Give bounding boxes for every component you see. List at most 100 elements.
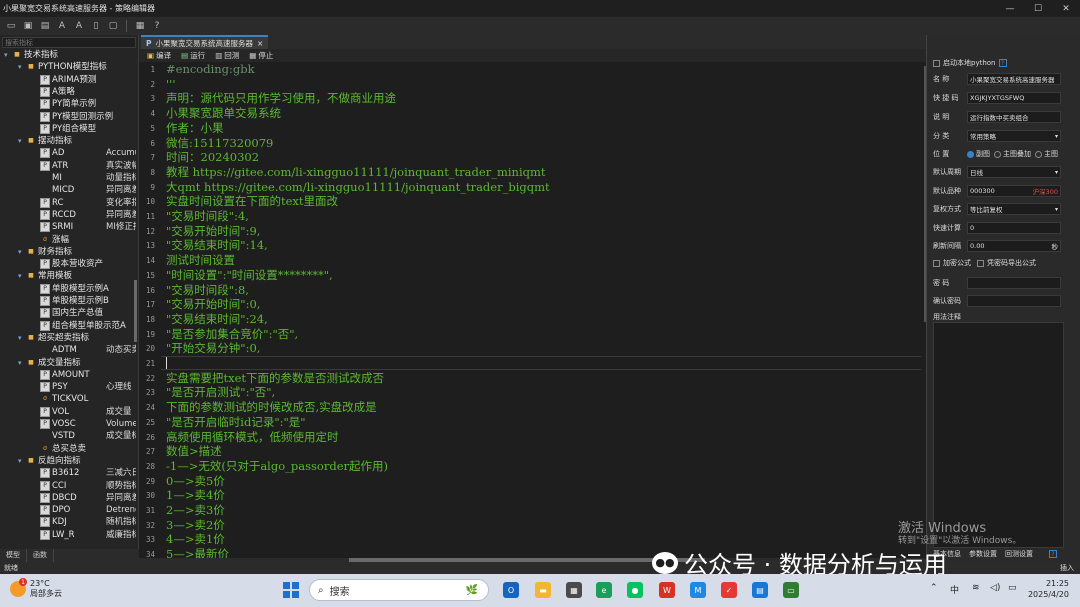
tree-folder[interactable]: ▾ ■ 财务指标 (18, 246, 86, 258)
new-file-icon[interactable]: ▭ (4, 19, 18, 33)
name-field[interactable]: 小果聚宽交易系统高速服务器 (967, 73, 1061, 85)
wps-icon[interactable]: W (659, 582, 675, 598)
expand-toggle-icon[interactable]: ▾ (18, 332, 26, 344)
tree-item[interactable]: P VOSC Volume (32, 418, 136, 430)
tree-folder[interactable]: ▾ ■ 常用模板 (18, 270, 86, 282)
shortcut-field[interactable]: XGJKJYXTGSFWQ (967, 92, 1061, 104)
tree-item[interactable]: P PY简单示例 (32, 98, 100, 110)
tree-item[interactable]: P 股本营收资产 (32, 258, 103, 270)
file-explorer-icon[interactable]: ▬ (535, 582, 551, 598)
tree-item[interactable]: PSRMI MI修正指 (32, 221, 136, 233)
tree-folder[interactable]: ▾ ■ 超买超卖指标 (18, 332, 89, 344)
close-button[interactable]: ✕ (1052, 4, 1080, 14)
period-select[interactable]: 日线 (967, 166, 1061, 178)
comment-icon[interactable]: ▢ (106, 19, 120, 33)
tool-icon[interactable]: ✓ (721, 582, 737, 598)
tree-item[interactable]: P PY模型回测示例 (32, 111, 113, 123)
volume-icon[interactable]: ◁) (990, 583, 1000, 593)
tree-item[interactable]: P B3612 三减六日 (32, 467, 136, 479)
close-tab-icon[interactable]: × (257, 39, 263, 48)
position-radio-sub[interactable] (967, 150, 974, 158)
weather-widget[interactable]: 1 23°C 局部多云 (10, 578, 62, 599)
battery-icon[interactable]: ▭ (1008, 583, 1017, 593)
terminal-icon[interactable]: ▭ (783, 582, 799, 598)
tree-folder[interactable]: ▾ ■ 成交量指标 (18, 357, 86, 369)
position-radio-main[interactable] (1035, 150, 1042, 158)
expand-toggle-icon[interactable]: ▾ (18, 246, 26, 258)
tree-item[interactable]: P A策略 (32, 86, 100, 98)
taskbar-search[interactable]: ⌕ 搜索 🌿 (309, 579, 489, 601)
help-icon[interactable]: ? (150, 19, 164, 33)
expand-toggle-icon[interactable]: ▾ (4, 49, 12, 61)
tree-item[interactable]: P 组合模型单股示范A (32, 320, 126, 332)
tree-item[interactable]: P RCCD 异同离差 (32, 209, 136, 221)
start-button[interactable] (283, 582, 299, 598)
indicator-search-input[interactable]: 搜索指标 (2, 37, 136, 48)
tree-item[interactable]: P PSY 心理线 (32, 381, 132, 393)
tree-item[interactable]: P AMOUNT (32, 369, 100, 381)
font-larger-icon[interactable]: A (72, 19, 86, 33)
tree-item[interactable]: P ARIMA预测 (32, 74, 100, 86)
stock-field[interactable]: 000300 沪深300 (967, 185, 1061, 197)
outlook-icon[interactable]: O (503, 582, 519, 598)
app-icon[interactable]: M (690, 582, 706, 598)
fast-calc-field[interactable]: 0 (967, 222, 1061, 234)
export-checkbox[interactable] (977, 259, 984, 267)
tree-item[interactable]: VSTD 成交量标准 (32, 430, 136, 442)
tree-item[interactable]: P 国内生产总值 (32, 307, 103, 319)
wechat-icon[interactable]: ● (627, 582, 643, 598)
tab-functions[interactable]: 函数 (27, 549, 54, 562)
compile-button[interactable]: ▣ 编译 (147, 50, 171, 61)
stop-button[interactable]: ▦ 停止 (249, 50, 273, 61)
description-field[interactable]: 运行指数中买卖组合 (967, 111, 1061, 123)
encrypt-checkbox[interactable] (933, 259, 940, 267)
expand-toggle-icon[interactable]: ▾ (18, 357, 26, 369)
tree-item[interactable]: P VOL 成交量 (32, 406, 132, 418)
ime-indicator[interactable]: 中 (950, 583, 959, 596)
tree-folder[interactable]: ▾ ■ 摆动指标 (18, 135, 86, 147)
maximize-button[interactable]: ☐ (1024, 4, 1052, 14)
minimize-button[interactable]: — (996, 4, 1024, 14)
tree-item[interactable]: P ATR 真实波幅 (32, 160, 136, 172)
position-radio-overlay[interactable] (994, 150, 1001, 158)
notes-textarea[interactable] (933, 322, 1064, 548)
save-icon[interactable]: ▣ (21, 19, 35, 33)
store-icon[interactable]: ▦ (566, 582, 582, 598)
save-as-icon[interactable]: ▤ (38, 19, 52, 33)
tree-item[interactable]: P KDJ 随机指标 (32, 516, 136, 528)
expand-toggle-icon[interactable]: ▾ (18, 270, 26, 282)
help-icon[interactable]: ? (998, 59, 1007, 67)
trading-app-icon[interactable]: ▤ (752, 582, 768, 598)
local-python-checkbox[interactable] (933, 59, 940, 67)
tree-folder[interactable]: ▾ ■ 技术指标 (4, 49, 72, 61)
category-select[interactable]: 常用策略 (967, 130, 1061, 142)
editor-tab[interactable]: P 小果聚宽交易系统高速服务器 × (141, 35, 269, 49)
tree-item[interactable]: P CCI 顺势指标 (32, 480, 136, 492)
help-icon[interactable]: ? (1049, 550, 1057, 558)
adjust-select[interactable]: 等比前复权 (967, 203, 1061, 215)
wifi-icon[interactable]: ≋ (972, 583, 980, 593)
tree-scrollbar[interactable] (134, 280, 137, 342)
expand-toggle-icon[interactable]: ▾ (18, 135, 26, 147)
tree-folder[interactable]: ▾ ■ 反趋向指标 (18, 455, 86, 467)
run-button[interactable]: ▤ 运行 (181, 50, 205, 61)
tree-item[interactable]: σ 总买总卖 (32, 443, 100, 455)
tree-item[interactable]: P LW_R 威廉指标 (32, 529, 136, 541)
tree-item[interactable]: PRC 变化率指数 (32, 197, 136, 209)
tree-item[interactable]: P DBCD 异同离差 (32, 492, 136, 504)
expand-toggle-icon[interactable]: ▾ (18, 455, 26, 467)
code-editor[interactable]: 1 2 3 4 5 6 7 8 9 10 11 12 13 14 15 16 17 18 19 20 21 22 23 24 2… (139, 62, 926, 558)
expand-toggle-icon[interactable]: ▾ (18, 61, 26, 73)
refresh-field[interactable]: 0.00 秒 (967, 240, 1061, 252)
settings-icon[interactable]: ▦ (133, 19, 147, 33)
confirm-password-field[interactable] (967, 295, 1061, 307)
edge-icon[interactable]: e (596, 582, 612, 598)
tab-backtest[interactable]: 回测设置 (1005, 549, 1033, 559)
tree-item[interactable]: P PY组合模型 (32, 123, 100, 135)
password-field[interactable] (967, 277, 1061, 289)
tree-item[interactable]: σ 涨幅 (32, 234, 100, 246)
tree-item[interactable]: PDPO Detrende (32, 504, 136, 516)
font-smaller-icon[interactable]: A (55, 19, 69, 33)
bookmark-icon[interactable]: ▯ (89, 19, 103, 33)
tree-item[interactable]: MICD 异同离差动 (32, 184, 136, 196)
